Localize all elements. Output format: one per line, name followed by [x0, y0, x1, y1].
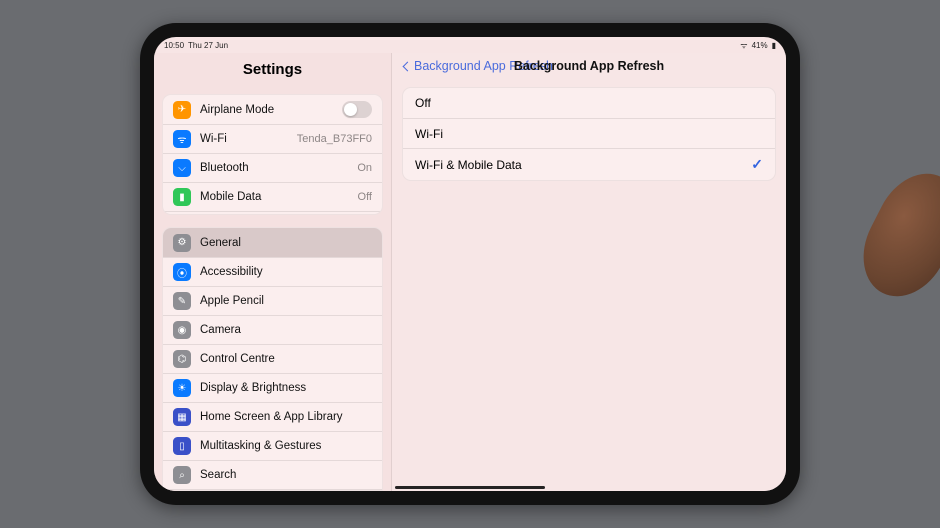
sidebar-title: Settings [154, 53, 391, 88]
sidebar-item-camera[interactable]: ◉ Camera [163, 315, 382, 344]
sidebar-group-connectivity: ✈ Airplane Mode ᯤ Wi-Fi Tenda_B73FF0 ⌵ Bluetoo… [162, 94, 383, 215]
sidebar-item-multitask[interactable]: ▯ Multitasking & Gestures [163, 431, 382, 460]
sidebar-item-label: Airplane Mode [200, 104, 333, 116]
sidebar-item-display[interactable]: ☀ Display & Brightness [163, 373, 382, 402]
option-label: Wi-Fi & Mobile Data [415, 158, 522, 172]
sidebar-item-airplane[interactable]: ✈ Airplane Mode [163, 95, 382, 124]
refresh-option-0[interactable]: Off [403, 88, 775, 118]
sidebar-item-label: Display & Brightness [200, 382, 372, 394]
settings-sidebar: Settings ✈ Airplane Mode ᯤ Wi-Fi Tenda_B73FF… [154, 53, 392, 491]
refresh-option-list: Off Wi-Fi Wi-Fi & Mobile Data ✓ [402, 87, 776, 181]
sidebar-group-general: ⚙ General ⦿ Accessibility ✎ Apple Pencil ◉ Came… [162, 227, 383, 491]
sidebar-item-label: Search [200, 469, 372, 481]
sidebar-item-label: Home Screen & App Library [200, 411, 372, 423]
airplane-icon: ✈ [173, 101, 191, 119]
status-bar: 10:50 Thu 27 Jun ᯤ 41% ▮ [154, 37, 786, 53]
check-icon: ✓ [751, 156, 763, 173]
status-date: Thu 27 Jun [188, 41, 228, 50]
sidebar-item-trail: Tenda_B73FF0 [297, 133, 372, 145]
control-icon: ⌬ [173, 350, 191, 368]
refresh-option-2[interactable]: Wi-Fi & Mobile Data ✓ [403, 148, 775, 180]
display-icon: ☀ [173, 379, 191, 397]
chevron-left-icon [403, 61, 413, 71]
sidebar-item-trail: Off [358, 191, 372, 203]
sidebar-item-label: Accessibility [200, 266, 372, 278]
sidebar-item-mobile[interactable]: ▮ Mobile Data Off [163, 182, 382, 211]
home-icon: ▦ [173, 408, 191, 426]
battery-icon: ▮ [772, 41, 776, 50]
sidebar-item-label: Mobile Data [200, 191, 349, 203]
camera-icon: ◉ [173, 321, 191, 339]
sidebar-item-label: Bluetooth [200, 162, 348, 174]
sidebar-item-siri[interactable]: ◐Siri [163, 489, 382, 491]
sidebar-item-trail: On [357, 162, 372, 174]
status-time: 10:50 [164, 41, 184, 50]
sidebar-item-battery[interactable]: ▮Battery [163, 211, 382, 215]
sidebar-item-control[interactable]: ⌬ Control Centre [163, 344, 382, 373]
sidebar-item-label: Camera [200, 324, 372, 336]
sidebar-item-label: General [200, 237, 372, 249]
accessibility-icon: ⦿ [173, 263, 191, 281]
sidebar-item-search[interactable]: ⌕ Search [163, 460, 382, 489]
refresh-option-1[interactable]: Wi-Fi [403, 118, 775, 148]
sidebar-item-pencil[interactable]: ✎ Apple Pencil [163, 286, 382, 315]
sidebar-item-wifi[interactable]: ᯤ Wi-Fi Tenda_B73FF0 [163, 124, 382, 153]
wifi-icon: ᯤ [173, 130, 191, 148]
general-icon: ⚙ [173, 234, 191, 252]
finger-overlay [847, 159, 940, 311]
sidebar-item-general[interactable]: ⚙ General [163, 228, 382, 257]
option-label: Wi-Fi [415, 127, 443, 141]
wifi-icon: ᯤ [740, 40, 747, 51]
sidebar-item-label: Apple Pencil [200, 295, 372, 307]
mobile-icon: ▮ [173, 188, 191, 206]
sidebar-item-bluetooth[interactable]: ⌵ Bluetooth On [163, 153, 382, 182]
sidebar-item-label: Wi-Fi [200, 133, 288, 145]
pencil-icon: ✎ [173, 292, 191, 310]
sidebar-item-accessibility[interactable]: ⦿ Accessibility [163, 257, 382, 286]
airplane-toggle[interactable] [342, 101, 372, 118]
search-icon: ⌕ [173, 466, 191, 484]
sidebar-item-label: Control Centre [200, 353, 372, 365]
sidebar-item-label: Multitasking & Gestures [200, 440, 372, 452]
detail-panel: Background App Refresh Background App Re… [392, 53, 786, 491]
sidebar-item-home[interactable]: ▦ Home Screen & App Library [163, 402, 382, 431]
detail-title: Background App Refresh [514, 59, 664, 73]
battery-percent: 41% [752, 41, 768, 50]
status-right: ᯤ 41% ▮ [740, 40, 776, 51]
option-label: Off [415, 96, 431, 110]
home-indicator[interactable] [395, 486, 545, 490]
bluetooth-icon: ⌵ [173, 159, 191, 177]
multitask-icon: ▯ [173, 437, 191, 455]
